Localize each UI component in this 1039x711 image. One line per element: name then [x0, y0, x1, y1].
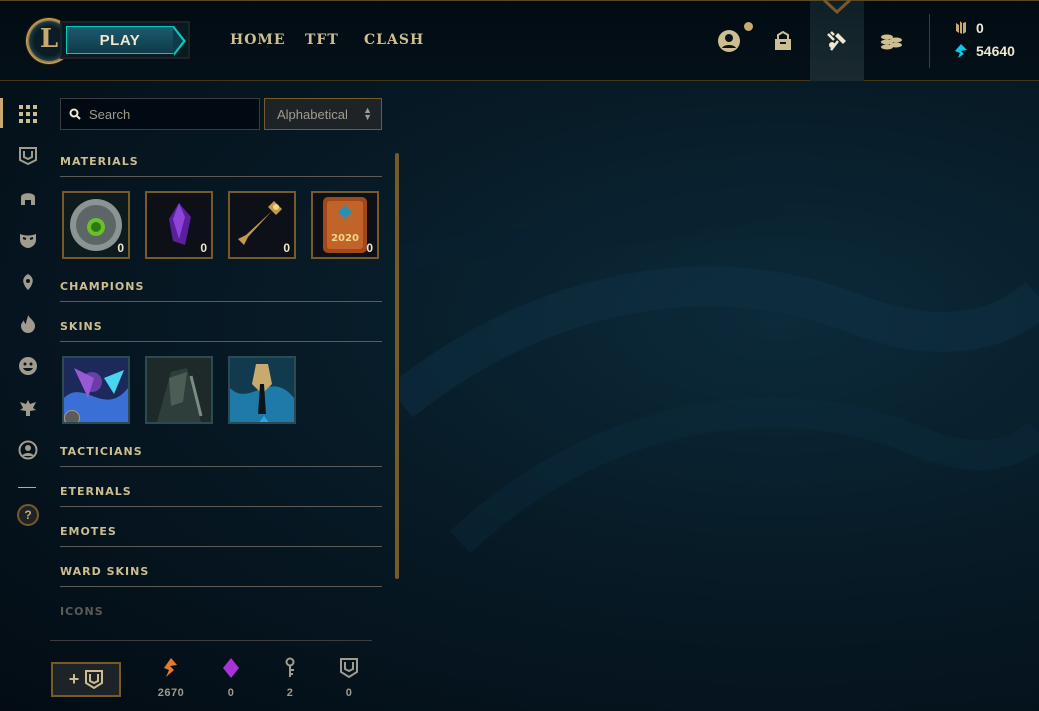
rail-active-indicator: [0, 98, 3, 128]
skin-art-icon: [230, 358, 294, 422]
skin-tile[interactable]: [145, 356, 213, 424]
play-button[interactable]: PLAY: [60, 21, 190, 59]
key-fragment-value: 2: [286, 687, 294, 699]
orange-essence-balance: 2670: [149, 657, 193, 699]
help-button[interactable]: ?: [17, 504, 39, 526]
rp-balance[interactable]: 0: [954, 20, 984, 36]
rail-eternals-icon[interactable]: [16, 312, 40, 336]
material-tile-mythic-essence-shard[interactable]: 0: [145, 191, 213, 259]
mythic-essence-value: 0: [227, 687, 235, 699]
sort-dropdown[interactable]: Alphabetical ▲ ▼: [264, 98, 382, 130]
skin-art-icon: [147, 358, 211, 422]
section-tacticians[interactable]: TACTICIANS: [60, 445, 382, 467]
section-icons[interactable]: ICONS: [60, 605, 382, 627]
collection-icon[interactable]: [766, 24, 800, 58]
sort-selected-value: Alphabetical: [277, 106, 348, 122]
orange-essence-value: 2670: [157, 687, 185, 699]
item-count: 0: [200, 241, 207, 255]
store-icon[interactable]: [874, 24, 908, 58]
rail-emporium-icon[interactable]: [16, 144, 40, 168]
chevron-down-icon: [822, 0, 852, 14]
play-button-label: PLAY: [66, 26, 174, 54]
rail-separator: [18, 487, 36, 488]
emporium-token-icon: [340, 658, 358, 679]
emporium-token-value: 0: [345, 687, 353, 699]
emporium-token-balance: 0: [327, 657, 371, 699]
item-count: 0: [283, 241, 290, 255]
rail-tactician-icon[interactable]: [16, 270, 40, 294]
notification-dot: [744, 22, 753, 31]
riot-points-icon: [956, 21, 966, 34]
emporium-icon: [85, 669, 104, 689]
rail-emote-icon[interactable]: [16, 354, 40, 378]
item-count: 0: [117, 241, 124, 255]
skin-rarity-gem-icon: [258, 416, 270, 422]
svg-text:2020: 2020: [331, 233, 359, 244]
nav-tft[interactable]: TFT: [305, 32, 339, 48]
material-tile-2020-event-token[interactable]: 2020 0: [311, 191, 379, 259]
sort-caret-icon: ▲ ▼: [363, 105, 372, 122]
search-icon: [69, 108, 81, 120]
material-tile-mastery-token[interactable]: 0: [62, 191, 130, 259]
header-divider: [929, 14, 930, 68]
rp-value: 0: [976, 20, 984, 36]
search-field[interactable]: [60, 98, 260, 130]
section-ward-skins[interactable]: WARD SKINS: [60, 565, 382, 587]
section-emotes[interactable]: EMOTES: [60, 525, 382, 547]
blue-essence-icon: [955, 44, 967, 58]
search-input[interactable]: [89, 106, 249, 122]
key-fragment-balance: 2: [268, 657, 312, 699]
mythic-essence-balance: 0: [209, 657, 253, 699]
section-champions[interactable]: CHAMPIONS: [60, 280, 382, 302]
rail-champion-helmet-icon[interactable]: [16, 186, 40, 210]
section-skins[interactable]: SKINS: [60, 320, 382, 342]
section-eternals[interactable]: ETERNALS: [60, 485, 382, 507]
mythic-essence-icon: [223, 658, 239, 678]
key-fragment-icon: [285, 657, 295, 677]
crafting-icon[interactable]: [820, 24, 854, 58]
skin-tier-badge-icon: [64, 410, 80, 422]
add-emporium-button[interactable]: +: [51, 662, 121, 697]
nav-home[interactable]: HOME: [230, 32, 286, 48]
scrollbar-thumb[interactable]: [395, 153, 399, 579]
blue-essence-balance[interactable]: 54640: [954, 43, 1015, 59]
section-materials[interactable]: MATERIALS: [60, 155, 382, 177]
add-label: +: [68, 669, 80, 689]
item-count: 0: [366, 241, 373, 255]
profile-icon[interactable]: [712, 24, 746, 58]
material-tile-hextech-key[interactable]: 0: [228, 191, 296, 259]
nav-clash[interactable]: CLASH: [364, 32, 424, 48]
bottom-divider: [50, 640, 372, 641]
skin-tile[interactable]: [228, 356, 296, 424]
blue-essence-value: 54640: [976, 43, 1015, 59]
orange-essence-icon: [164, 658, 177, 677]
skin-tile[interactable]: [62, 356, 130, 424]
rail-all-grid-icon[interactable]: [16, 102, 40, 126]
rail-skin-mask-icon[interactable]: [16, 228, 40, 252]
background-swirl: [400, 190, 1039, 553]
rail-profile-icon-icon[interactable]: [16, 438, 40, 462]
rail-ward-icon[interactable]: [16, 396, 40, 420]
